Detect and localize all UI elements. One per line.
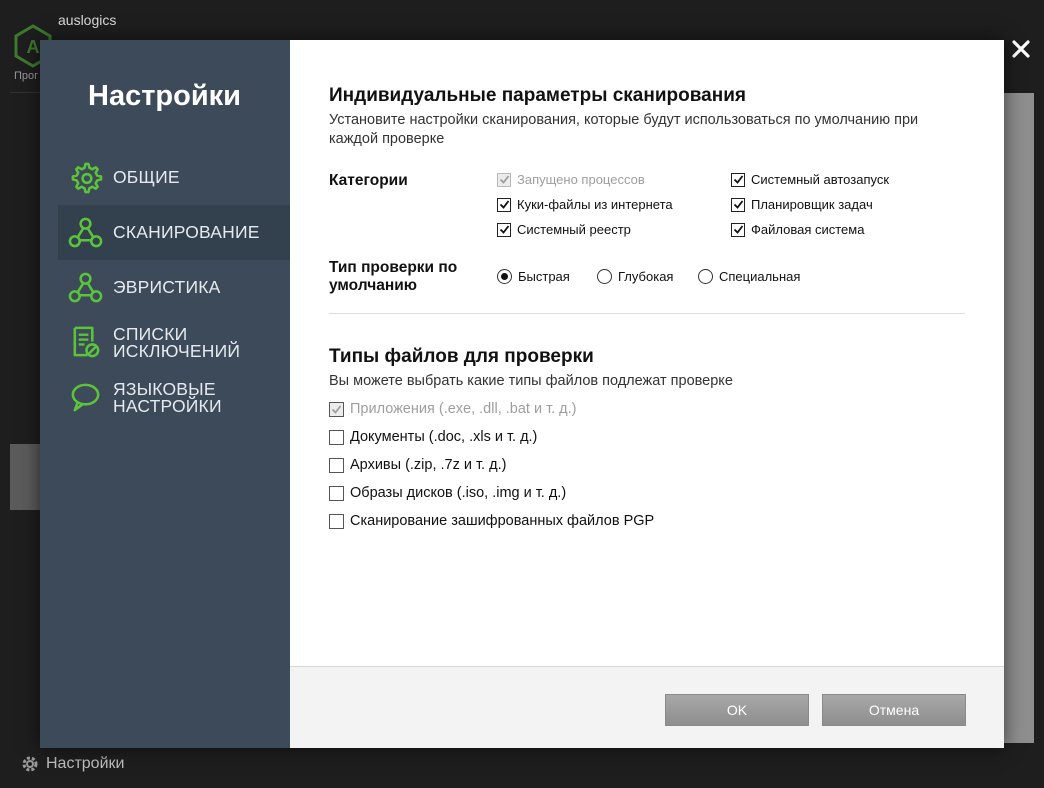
category-checkbox[interactable]: Системный реестр (497, 222, 631, 237)
checkbox-label: Запущено процессов (517, 172, 645, 187)
sidebar-item-scanning[interactable]: СКАНИРОВАНИЕ (58, 205, 290, 260)
file-type-checkbox[interactable]: Приложения (.exe, .dll, .bat и т. д.) (329, 401, 577, 417)
radio-circle (698, 269, 713, 284)
bg-settings-label: Настройки (46, 755, 125, 772)
categories-label: Категории (329, 172, 408, 189)
nodes-icon (68, 272, 103, 303)
category-checkbox[interactable]: Системный автозапуск (731, 172, 889, 187)
sidebar-item-label: СПИСКИ ИСКЛЮЧЕНИЙ (113, 323, 241, 361)
file-type-checkbox[interactable]: Сканирование зашифрованных файлов PGP (329, 513, 654, 529)
checkbox-box (329, 429, 344, 445)
nodes-icon (68, 217, 103, 248)
scan-type-radio-quick[interactable]: Быстрая (497, 269, 570, 284)
sidebar-item-language[interactable]: ЯЗЫКОВЫЕ НАСТРОЙКИ (58, 370, 290, 425)
category-checkbox[interactable]: Файловая система (731, 222, 864, 237)
sidebar-item-heuristics[interactable]: ЭВРИСТИКА (58, 260, 290, 315)
checkmark-icon (499, 200, 509, 209)
bg-settings-link[interactable]: Настройки (20, 754, 124, 774)
checkbox-box (731, 172, 745, 187)
sidebar-item-label: СКАНИРОВАНИЕ (113, 222, 260, 242)
scan-params-description: Установите настройки сканирования, котор… (329, 112, 919, 147)
scan-params-title: Индивидуальные параметры сканирования (329, 85, 746, 106)
settings-content: Индивидуальные параметры сканирования Ус… (290, 40, 1004, 748)
scan-type-radio-custom[interactable]: Специальная (698, 269, 800, 284)
checkbox-label: Системный автозапуск (751, 172, 890, 187)
checkmark-icon (733, 175, 743, 184)
checkbox-label: Куки-файлы из интернета (517, 197, 673, 212)
scan-type-label: Тип проверки по умолчанию (329, 259, 458, 294)
scan-type-radio-deep[interactable]: Глубокая (597, 269, 673, 284)
sidebar-item-exclusions[interactable]: СПИСКИ ИСКЛЮЧЕНИЙ (58, 315, 290, 370)
sidebar-item-label: ОБЩИЕ (113, 167, 180, 187)
brand-name: auslogics (58, 12, 117, 28)
sidebar-item-label: ЯЗЫКОВЫЕ НАСТРОЙКИ (113, 378, 222, 416)
radio-dot (501, 273, 508, 280)
sidebar: Настройки ОБЩИЕ СКАНИРОВАНИЕ ЭВРИСТИКА С… (40, 40, 290, 748)
radio-circle (497, 269, 512, 284)
checkbox-box (329, 513, 344, 529)
radio-label: Быстрая (518, 269, 570, 284)
checkbox-box (497, 222, 511, 237)
checkbox-box (497, 172, 511, 187)
close-icon[interactable] (1010, 38, 1032, 60)
checkbox-box (731, 222, 745, 237)
category-checkbox[interactable]: Запущено процессов (497, 172, 645, 187)
dialog-footer: OK Отмена (290, 666, 1004, 748)
checkbox-label: Системный реестр (517, 222, 631, 237)
bg-panel (10, 444, 40, 510)
program-label: Прог (14, 70, 39, 82)
checkmark-icon (733, 225, 743, 234)
checkmark-icon (499, 175, 509, 184)
ok-button[interactable]: OK (665, 694, 809, 726)
category-checkbox[interactable]: Планировщик задач (731, 197, 873, 212)
file-type-checkbox[interactable]: Образы дисков (.iso, .img и т. д.) (329, 485, 566, 501)
checkmark-icon (733, 200, 743, 209)
checkbox-label: Приложения (.exe, .dll, .bat и т. д.) (350, 401, 577, 417)
checkbox-label: Сканирование зашифрованных файлов PGP (350, 513, 655, 529)
sidebar-nav: ОБЩИЕ СКАНИРОВАНИЕ ЭВРИСТИКА СПИСКИ ИСКЛ… (58, 150, 290, 425)
checkbox-label: Образы дисков (.iso, .img и т. д.) (350, 485, 567, 501)
checkbox-box (329, 485, 344, 501)
gear-icon (22, 756, 38, 772)
checkmark-icon (499, 225, 509, 234)
checkbox-label: Планировщик задач (751, 197, 873, 212)
section-divider (329, 313, 965, 314)
gear-icon (71, 162, 103, 194)
file-types-description: Вы можете выбрать какие типы файлов подл… (329, 373, 733, 389)
checkbox-label: Документы (.doc, .xls и т. д.) (350, 429, 538, 445)
bg-right-panel (1004, 93, 1034, 743)
sidebar-item-label: ЭВРИСТИКА (113, 277, 221, 297)
checkbox-box (329, 457, 344, 473)
checkbox-box (497, 197, 511, 212)
speech-bubble-icon (71, 383, 100, 412)
radio-label: Глубокая (618, 269, 674, 284)
checkbox-label: Файловая система (751, 222, 865, 237)
sidebar-title: Настройки (88, 80, 242, 112)
category-checkbox[interactable]: Куки-файлы из интернета (497, 197, 673, 212)
svg-text:A: A (27, 37, 40, 57)
checkmark-icon (331, 404, 342, 414)
sidebar-item-general[interactable]: ОБЩИЕ (58, 150, 290, 205)
bg-divider (10, 92, 40, 93)
file-type-checkbox[interactable]: Архивы (.zip, .7z и т. д.) (329, 457, 506, 473)
checkbox-box (731, 197, 745, 212)
settings-dialog: Настройки ОБЩИЕ СКАНИРОВАНИЕ ЭВРИСТИКА С… (40, 40, 1004, 748)
radio-label: Специальная (719, 269, 801, 284)
radio-circle (597, 269, 612, 284)
exclusion-list-icon (73, 326, 100, 358)
settings-main: Индивидуальные параметры сканирования Ус… (290, 40, 1004, 666)
checkbox-label: Архивы (.zip, .7z и т. д.) (350, 457, 507, 473)
cancel-button[interactable]: Отмена (822, 694, 966, 726)
file-types-title: Типы файлов для проверки (329, 346, 594, 367)
checkbox-box (329, 401, 344, 417)
file-type-checkbox[interactable]: Документы (.doc, .xls и т. д.) (329, 429, 537, 445)
